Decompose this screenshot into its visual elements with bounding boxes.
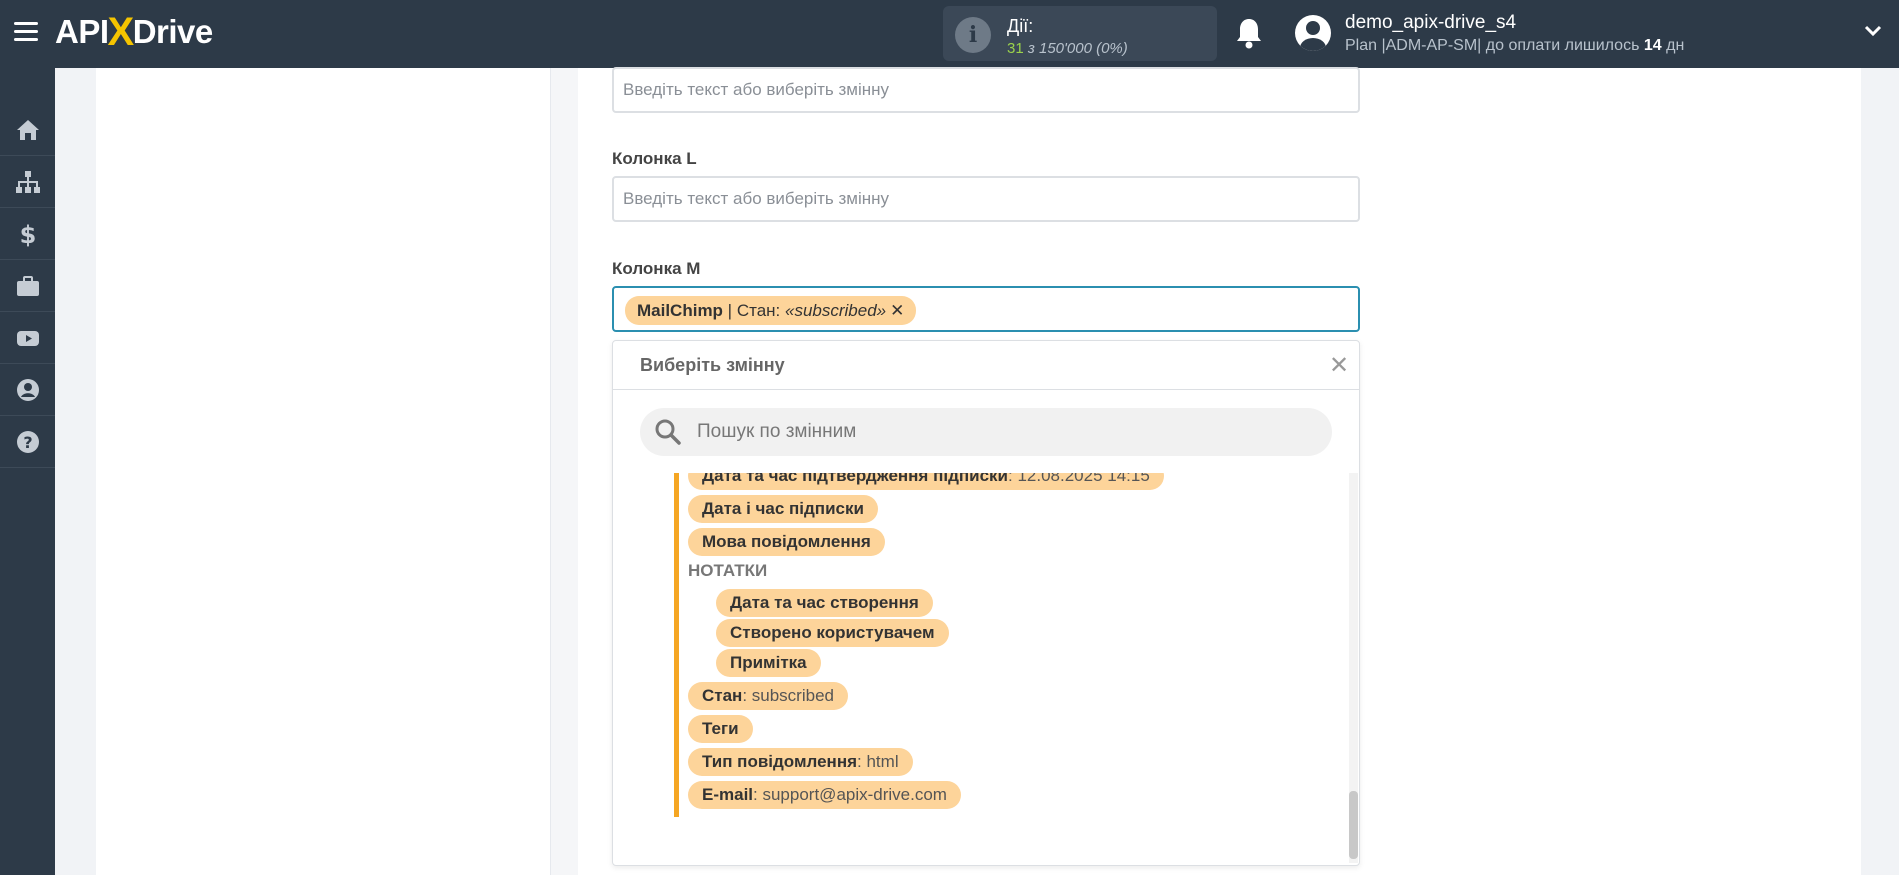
dropdown-header: Виберіть змінну ✕ bbox=[613, 341, 1359, 390]
actions-of: з 150'000 bbox=[1027, 40, 1092, 57]
item-label: Дата та час створення bbox=[730, 593, 919, 612]
plan-days-unit: дн bbox=[1666, 37, 1685, 54]
item-label: Тип повідомлення bbox=[702, 752, 858, 771]
tree-line bbox=[674, 473, 679, 817]
list-item[interactable]: Мова повідомлення bbox=[688, 528, 885, 556]
column-k-input[interactable]: Введіть текст або виберіть змінну bbox=[612, 67, 1360, 113]
list-item[interactable]: Теги bbox=[688, 715, 753, 743]
plan-text: Plan |ADM-AP-SM| до оплати лишилось bbox=[1345, 37, 1640, 54]
column-l-label: Колонка L bbox=[612, 149, 697, 168]
item-label: Мова повідомлення bbox=[702, 532, 871, 551]
column-m-label: Колонка M bbox=[612, 259, 701, 278]
chevron-down-icon[interactable] bbox=[1863, 24, 1883, 38]
user-icon[interactable] bbox=[0, 364, 55, 416]
avatar[interactable] bbox=[1295, 15, 1331, 51]
item-label: Примітка bbox=[730, 653, 807, 672]
sidebar: $ ? bbox=[0, 68, 55, 875]
user-plan: Plan |ADM-AP-SM| до оплати лишилось 14 д… bbox=[1345, 37, 1684, 55]
list-item[interactable]: Дата та час підтвердження підписки: 12.0… bbox=[688, 473, 1164, 490]
chip-source: MailChimp bbox=[637, 301, 723, 320]
close-icon[interactable]: ✕ bbox=[1329, 351, 1349, 380]
chip-sep: | Стан: bbox=[722, 301, 785, 320]
item-label: Дата та час підтвердження підписки bbox=[702, 473, 1008, 485]
logo-right: Drive bbox=[132, 13, 214, 50]
item-label: Дата і час підписки bbox=[702, 499, 864, 518]
selected-variable-chip[interactable]: MailChimp | Стан: «subscribed» ✕ bbox=[625, 296, 917, 325]
user-name[interactable]: demo_apix-drive_s4 bbox=[1345, 12, 1516, 34]
item-label: Теги bbox=[702, 719, 739, 738]
item-value: : 12.08.2025 14:15 bbox=[1008, 473, 1150, 485]
variable-list: Дата та час підтвердження підписки: 12.0… bbox=[613, 473, 1359, 863]
plan-days: 14 bbox=[1643, 37, 1662, 54]
actions-value: 31 з 150'000 (0%) bbox=[1007, 40, 1128, 57]
dropdown-title: Виберіть змінну bbox=[640, 355, 785, 375]
list-item[interactable]: Тип повідомлення: html bbox=[688, 748, 913, 776]
youtube-icon[interactable] bbox=[0, 312, 55, 364]
info-icon: i bbox=[955, 17, 991, 53]
actions-counter[interactable]: i Дії: 31 з 150'000 (0%) bbox=[943, 6, 1217, 61]
svg-text:?: ? bbox=[23, 433, 32, 452]
item-value: : support@apix-drive.com bbox=[753, 785, 947, 804]
chip-value: «subscribed» bbox=[784, 301, 887, 320]
chip-remove-icon[interactable]: ✕ bbox=[890, 301, 904, 320]
home-icon[interactable] bbox=[0, 104, 55, 156]
svg-text:$: $ bbox=[19, 221, 36, 248]
dollar-icon[interactable]: $ bbox=[0, 208, 55, 260]
list-item[interactable]: Створено користувачем bbox=[716, 619, 949, 647]
item-value: : html bbox=[857, 752, 899, 771]
item-label: Створено користувачем bbox=[730, 623, 935, 642]
logo-x: X bbox=[107, 9, 135, 54]
item-label: E-mail bbox=[702, 785, 754, 804]
list-item[interactable]: Примітка bbox=[716, 649, 821, 677]
bell-icon[interactable] bbox=[1234, 16, 1264, 50]
left-column bbox=[96, 68, 551, 875]
actions-count: 31 bbox=[1007, 40, 1024, 57]
list-item[interactable]: E-mail: support@apix-drive.com bbox=[688, 781, 961, 809]
list-item[interactable]: Стан: subscribed bbox=[688, 682, 848, 710]
top-bar: API X Drive i Дії: 31 з 150'000 (0%) demo_… bbox=[0, 0, 1899, 68]
scrollbar-thumb[interactable] bbox=[1349, 791, 1358, 859]
item-value: : subscribed bbox=[742, 686, 834, 705]
group-notes: НОТАТКИ bbox=[688, 561, 768, 580]
search-icon bbox=[655, 419, 681, 445]
briefcase-icon[interactable] bbox=[0, 260, 55, 312]
search-placeholder: Пошук по змінним bbox=[697, 421, 857, 442]
sitemap-icon[interactable] bbox=[0, 156, 55, 208]
search-input[interactable]: Пошук по змінним bbox=[640, 408, 1332, 456]
logo-left: API bbox=[55, 13, 109, 50]
logo[interactable]: API X Drive bbox=[55, 10, 213, 54]
menu-icon[interactable] bbox=[14, 22, 38, 42]
variable-dropdown: Виберіть змінну ✕ Пошук по змінним Дата … bbox=[612, 340, 1360, 866]
actions-percent: (0%) bbox=[1096, 40, 1128, 57]
list-item[interactable]: Дата і час підписки bbox=[688, 495, 878, 523]
item-label: Стан bbox=[702, 686, 743, 705]
column-l-input[interactable]: Введіть текст або виберіть змінну bbox=[612, 176, 1360, 222]
help-icon[interactable]: ? bbox=[0, 416, 55, 468]
list-item[interactable]: Дата та час створення bbox=[716, 589, 933, 617]
actions-label: Дії: bbox=[1007, 16, 1034, 36]
